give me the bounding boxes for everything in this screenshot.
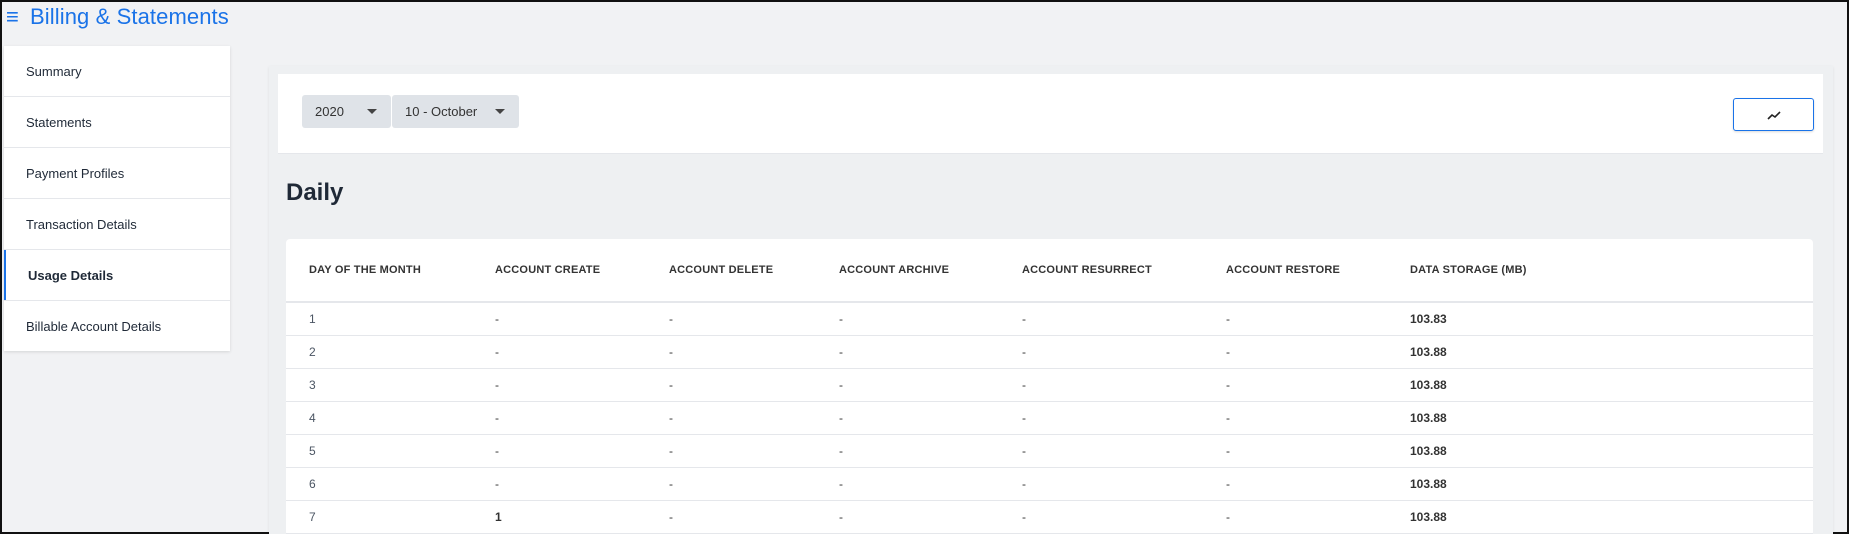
cell-day: 5 — [286, 434, 472, 468]
line-chart-icon — [1766, 110, 1781, 120]
table-row: 6 - - - - - 103.88 — [286, 467, 1813, 501]
cell-account-create: - — [472, 335, 646, 369]
table-row: 5 - - - - - 103.88 — [286, 434, 1813, 468]
cell-account-create: 1 — [472, 500, 646, 534]
cell-data-storage: 103.88 — [1387, 401, 1813, 435]
month-select[interactable]: 10 - October — [392, 95, 519, 128]
cell-day: 7 — [286, 500, 472, 534]
hamburger-menu-icon[interactable]: ≡ — [6, 6, 22, 28]
column-header-account-restore: ACCOUNT RESTORE — [1203, 239, 1387, 303]
section-title: Daily — [286, 179, 344, 206]
sidebar-item-label: Transaction Details — [26, 216, 137, 232]
cell-account-archive: - — [816, 467, 999, 501]
column-header-account-delete: ACCOUNT DELETE — [646, 239, 816, 303]
column-header-day: DAY OF THE MONTH — [286, 239, 472, 303]
usage-table: DAY OF THE MONTH ACCOUNT CREATE ACCOUNT … — [286, 239, 1813, 534]
table-row: 7 1 - - - - 103.88 — [286, 500, 1813, 534]
cell-account-resurrect: - — [999, 467, 1203, 501]
cell-day: 2 — [286, 335, 472, 369]
sidebar-item-label: Summary — [26, 63, 82, 79]
table-header-row: DAY OF THE MONTH ACCOUNT CREATE ACCOUNT … — [286, 239, 1813, 303]
table-row: 1 - - - - - 103.83 — [286, 302, 1813, 336]
sidebar-item-label: Statements — [26, 114, 92, 130]
cell-account-archive: - — [816, 401, 999, 435]
cell-account-restore: - — [1203, 434, 1387, 468]
sidebar-item-transaction-details[interactable]: Transaction Details — [4, 199, 230, 250]
sidebar-item-usage-details[interactable]: Usage Details — [4, 250, 230, 301]
table-row: 4 - - - - - 103.88 — [286, 401, 1813, 435]
column-header-account-archive: ACCOUNT ARCHIVE — [816, 239, 999, 303]
table-row: 3 - - - - - 103.88 — [286, 368, 1813, 402]
cell-data-storage: 103.88 — [1387, 335, 1813, 369]
month-select-value: 10 - October — [405, 104, 478, 119]
sidebar-item-summary[interactable]: Summary — [4, 46, 230, 97]
cell-account-restore: - — [1203, 302, 1387, 336]
cell-data-storage: 103.88 — [1387, 500, 1813, 534]
cell-account-resurrect: - — [999, 335, 1203, 369]
column-header-account-create: ACCOUNT CREATE — [472, 239, 646, 303]
cell-account-delete: - — [646, 500, 816, 534]
cell-data-storage: 103.88 — [1387, 368, 1813, 402]
sidebar-item-statements[interactable]: Statements — [4, 97, 230, 148]
sidebar-item-payment-profiles[interactable]: Payment Profiles — [4, 148, 230, 199]
cell-account-delete: - — [646, 401, 816, 435]
cell-day: 3 — [286, 368, 472, 402]
cell-account-create: - — [472, 467, 646, 501]
cell-account-delete: - — [646, 335, 816, 369]
cell-data-storage: 103.83 — [1387, 302, 1813, 336]
cell-account-create: - — [472, 368, 646, 402]
cell-account-archive: - — [816, 368, 999, 402]
cell-account-resurrect: - — [999, 401, 1203, 435]
cell-account-resurrect: - — [999, 500, 1203, 534]
cell-account-archive: - — [816, 302, 999, 336]
cell-account-resurrect: - — [999, 302, 1203, 336]
cell-account-delete: - — [646, 434, 816, 468]
cell-account-resurrect: - — [999, 434, 1203, 468]
cell-account-delete: - — [646, 467, 816, 501]
page-title: Billing & Statements — [30, 4, 229, 29]
cell-account-restore: - — [1203, 500, 1387, 534]
app-header: ≡ Billing & Statements — [2, 2, 1847, 32]
cell-data-storage: 103.88 — [1387, 434, 1813, 468]
cell-account-delete: - — [646, 368, 816, 402]
cell-account-archive: - — [816, 335, 999, 369]
table-row: 2 - - - - - 103.88 — [286, 335, 1813, 369]
cell-account-restore: - — [1203, 401, 1387, 435]
cell-account-create: - — [472, 302, 646, 336]
cell-account-create: - — [472, 401, 646, 435]
sidebar-item-billable-account-details[interactable]: Billable Account Details — [4, 301, 230, 352]
column-header-data-storage: DATA STORAGE (MB) — [1387, 239, 1813, 303]
cell-day: 6 — [286, 467, 472, 501]
cell-account-restore: - — [1203, 467, 1387, 501]
cell-account-restore: - — [1203, 335, 1387, 369]
main-content: 2020 10 - October Daily DAY OF THE MONTH… — [269, 66, 1833, 534]
cell-account-restore: - — [1203, 368, 1387, 402]
cell-account-archive: - — [816, 434, 999, 468]
sidebar-item-label: Billable Account Details — [26, 319, 162, 334]
filter-bar: 2020 10 - October — [278, 74, 1823, 154]
cell-account-delete: - — [646, 302, 816, 336]
sidebar-item-label: Payment Profiles — [26, 165, 125, 181]
sidebar: Summary Statements Payment Profiles Tran… — [4, 46, 230, 351]
chevron-down-icon — [495, 109, 505, 114]
chart-view-button[interactable] — [1733, 98, 1814, 131]
usage-table-card: DAY OF THE MONTH ACCOUNT CREATE ACCOUNT … — [286, 239, 1813, 534]
cell-data-storage: 103.88 — [1387, 467, 1813, 501]
cell-day: 1 — [286, 302, 472, 336]
cell-account-create: - — [472, 434, 646, 468]
year-select[interactable]: 2020 — [302, 95, 391, 128]
cell-account-archive: - — [816, 500, 999, 534]
column-header-account-resurrect: ACCOUNT RESURRECT — [999, 239, 1203, 303]
cell-account-resurrect: - — [999, 368, 1203, 402]
cell-day: 4 — [286, 401, 472, 435]
year-select-value: 2020 — [315, 104, 344, 119]
sidebar-item-label: Usage Details — [28, 267, 114, 283]
chevron-down-icon — [367, 109, 377, 114]
